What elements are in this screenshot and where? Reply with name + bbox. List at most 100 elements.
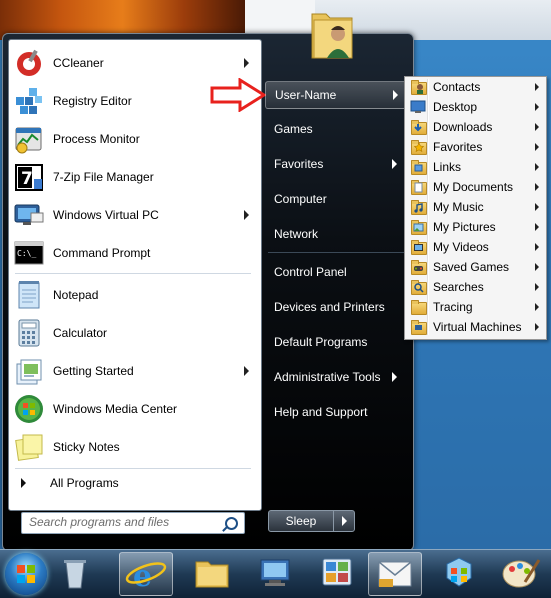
sleep-button[interactable]: Sleep <box>268 510 334 532</box>
paint-icon[interactable] <box>495 552 547 594</box>
submenu-item-saved-games[interactable]: Saved Games <box>407 257 544 277</box>
right-link-control-panel[interactable]: Control Panel <box>265 259 405 285</box>
submenu-arrow-icon <box>535 103 539 111</box>
program-command-prompt[interactable]: C:\_ Command Prompt <box>13 235 257 271</box>
search-area <box>9 503 261 543</box>
file-explorer-icon[interactable] <box>186 552 238 594</box>
control-panel-icon[interactable] <box>311 552 363 594</box>
program-ccleaner[interactable]: CCleaner <box>13 45 257 81</box>
submenu-item-my-music[interactable]: My Music <box>407 197 544 217</box>
submenu-item-label: Downloads <box>433 120 493 134</box>
submenu-item-virtual-machines[interactable]: Virtual Machines <box>407 317 544 337</box>
submenu-item-searches[interactable]: Searches <box>407 277 544 297</box>
right-link-computer[interactable]: Computer <box>265 186 405 212</box>
right-link-label: Favorites <box>274 157 324 171</box>
svg-text:C:\_: C:\_ <box>17 249 36 258</box>
registry-editor-icon <box>13 85 45 117</box>
right-link-administrative-tools[interactable]: Administrative Tools <box>265 364 405 390</box>
notepad-icon <box>13 279 45 311</box>
submenu-item-label: My Documents <box>433 180 514 194</box>
search-box <box>21 512 245 534</box>
search-icon[interactable] <box>225 517 238 530</box>
computer-icon[interactable] <box>249 552 301 594</box>
submenu-arrow-icon <box>244 210 249 220</box>
submenu-item-my-videos[interactable]: My Videos <box>407 237 544 257</box>
recycle-bin-icon[interactable] <box>50 552 102 594</box>
right-link-default-programs[interactable]: Default Programs <box>265 329 405 355</box>
right-link-label: Computer <box>274 192 327 206</box>
submenu-arrow-icon <box>244 58 249 68</box>
sleep-label: Sleep <box>285 514 317 528</box>
submenu-item-tracing[interactable]: Tracing <box>407 297 544 317</box>
pictures-folder-icon <box>410 219 427 235</box>
right-link-devices-and-printers[interactable]: Devices and Printers <box>265 294 405 320</box>
search-input[interactable] <box>22 513 224 531</box>
start-orb-icon[interactable] <box>5 553 47 595</box>
right-link-favorites[interactable]: Favorites <box>265 151 405 177</box>
submenu-item-contacts[interactable]: Contacts <box>407 77 544 97</box>
submenu-arrow-icon <box>535 283 539 291</box>
user-picture[interactable] <box>304 4 362 66</box>
right-link-user-name[interactable]: User-Name <box>265 81 407 109</box>
right-link-label: Devices and Printers <box>274 300 385 314</box>
program-7zip[interactable]: 7 7-Zip File Manager <box>13 159 257 195</box>
favorites-folder-icon <box>410 139 427 155</box>
virtual-machines-folder-icon <box>410 319 427 335</box>
right-link-label: Default Programs <box>274 335 368 349</box>
submenu-item-downloads[interactable]: Downloads <box>407 117 544 137</box>
submenu-arrow-icon <box>535 83 539 91</box>
ccleaner-icon <box>13 47 45 79</box>
submenu-arrow-icon <box>244 366 249 376</box>
submenu-arrow-icon <box>535 203 539 211</box>
submenu-arrow-icon <box>535 243 539 251</box>
program-label: Calculator <box>53 326 108 340</box>
shutdown-options-button[interactable] <box>333 510 355 532</box>
program-notepad[interactable]: Notepad <box>13 277 257 313</box>
program-label: Getting Started <box>53 364 134 378</box>
program-getting-started[interactable]: Getting Started <box>13 353 257 389</box>
all-programs-button[interactable]: All Programs <box>13 473 257 493</box>
submenu-item-desktop[interactable]: Desktop <box>407 97 544 117</box>
submenu-item-label: Tracing <box>433 300 473 314</box>
user-folders-submenu: Contacts Desktop Downloads Favorites Lin… <box>404 76 547 340</box>
program-calculator[interactable]: Calculator <box>13 315 257 351</box>
program-label: Windows Media Center <box>53 402 178 416</box>
program-sticky-notes[interactable]: Sticky Notes <box>13 429 257 465</box>
network-icon[interactable] <box>433 552 485 594</box>
program-windows-media-center[interactable]: Windows Media Center <box>13 391 257 427</box>
internet-explorer-icon[interactable]: e <box>119 552 173 596</box>
media-center-icon <box>13 393 45 425</box>
submenu-item-label: Desktop <box>433 100 478 114</box>
calculator-icon <box>13 317 45 349</box>
links-folder-icon <box>410 159 427 175</box>
program-windows-virtual-pc[interactable]: Windows Virtual PC <box>13 197 257 233</box>
submenu-item-links[interactable]: Links <box>407 157 544 177</box>
right-separator <box>268 252 404 253</box>
program-process-monitor[interactable]: Process Monitor <box>13 121 257 157</box>
submenu-item-label: My Videos <box>433 240 489 254</box>
getting-started-icon <box>13 355 45 387</box>
svg-text:7: 7 <box>21 169 33 189</box>
all-programs-separator <box>15 468 251 469</box>
all-programs-label: All Programs <box>50 476 119 490</box>
submenu-arrow-icon <box>535 323 539 331</box>
submenu-item-my-documents[interactable]: My Documents <box>407 177 544 197</box>
saved-games-folder-icon <box>410 259 427 275</box>
7zip-icon: 7 <box>13 161 45 193</box>
right-link-network[interactable]: Network <box>265 221 405 247</box>
outlook-icon[interactable] <box>368 552 422 596</box>
submenu-item-label: My Music <box>433 200 484 214</box>
program-label: Command Prompt <box>53 246 151 260</box>
submenu-arrow-icon <box>535 143 539 151</box>
right-link-games[interactable]: Games <box>265 116 405 142</box>
submenu-item-my-pictures[interactable]: My Pictures <box>407 217 544 237</box>
right-link-label: Games <box>274 122 313 136</box>
submenu-arrow-icon <box>535 123 539 131</box>
program-label: Registry Editor <box>53 94 132 108</box>
user-folder-icon <box>311 13 353 59</box>
right-link-label: Control Panel <box>274 265 347 279</box>
submenu-item-favorites[interactable]: Favorites <box>407 137 544 157</box>
right-link-help-and-support[interactable]: Help and Support <box>265 399 405 425</box>
submenu-item-label: Saved Games <box>433 260 510 274</box>
searches-folder-icon <box>410 279 427 295</box>
